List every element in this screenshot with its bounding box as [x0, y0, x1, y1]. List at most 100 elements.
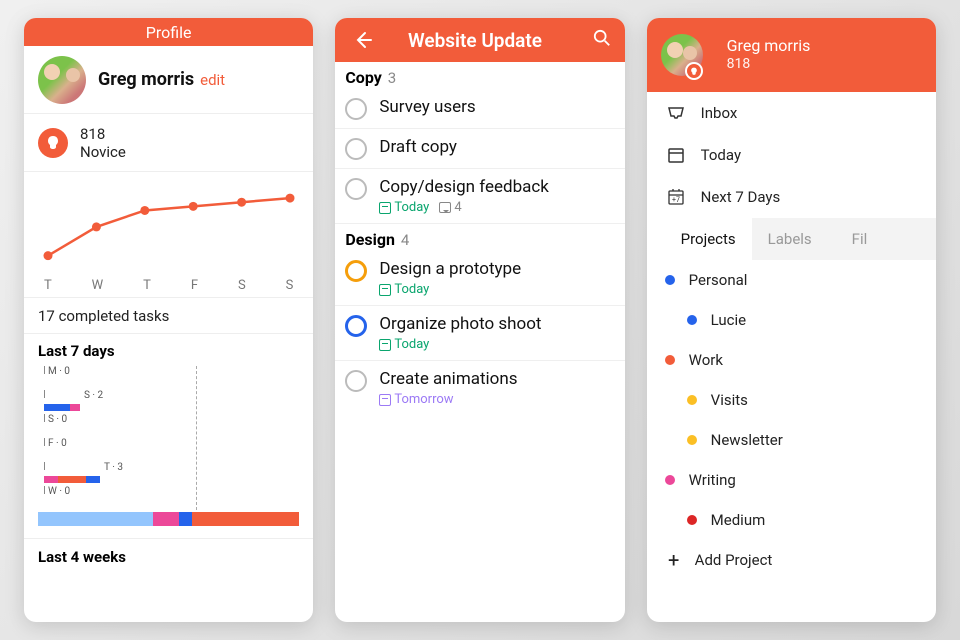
project-header: Website Update	[335, 18, 624, 62]
search-icon	[593, 29, 611, 47]
edit-link[interactable]: edit	[200, 71, 225, 89]
karma-line-chart: TWTFSS	[24, 172, 313, 298]
profile-title: Profile	[146, 23, 192, 42]
day-bar-label: F · 0	[48, 438, 67, 449]
axis-tick: T	[44, 278, 52, 293]
project-name: Medium	[711, 511, 766, 529]
day-bar-label: S · 0	[48, 414, 67, 425]
tab-filters[interactable]: Fil	[852, 230, 868, 248]
calendar-icon	[665, 147, 687, 163]
task-name: Copy/design feedback	[379, 177, 612, 197]
task-name: Survey users	[379, 97, 612, 117]
task-row[interactable]: Survey users	[335, 89, 624, 129]
project-color-dot	[687, 435, 697, 445]
last-7-days-section: Last 7 days M · 0 S · 2 S · 0 F · 0 T · 3 W ·…	[24, 334, 313, 539]
project-color-dot	[665, 475, 675, 485]
section-name: Design	[345, 230, 395, 249]
svg-text:+7: +7	[672, 196, 680, 204]
task-checkbox[interactable]	[345, 178, 367, 200]
profile-user-row[interactable]: Greg morris edit	[24, 46, 313, 114]
day-bar-row: S · 0	[38, 414, 299, 436]
menu-user-info: Greg morris 818	[727, 37, 811, 73]
project-item[interactable]: Lucie	[647, 300, 936, 340]
task-name: Create animations	[379, 369, 612, 389]
section-header[interactable]: Design 4	[335, 224, 624, 251]
calendar-icon	[379, 284, 391, 296]
project-name: Newsletter	[711, 431, 783, 449]
nav-label: Inbox	[701, 104, 738, 122]
day-bar-row: S · 2	[38, 390, 299, 412]
project-color-dot	[665, 275, 675, 285]
search-button[interactable]	[589, 25, 615, 56]
project-color-dot	[665, 355, 675, 365]
karma-row[interactable]: 818 Novice	[24, 114, 313, 172]
last-7-days-title: Last 7 days	[38, 342, 299, 360]
project-name: Writing	[689, 471, 736, 489]
calendar-icon	[379, 202, 391, 214]
task-row[interactable]: Organize photo shoot Today	[335, 306, 624, 361]
project-name: Visits	[711, 391, 748, 409]
completed-tasks-text: 17 completed tasks	[24, 298, 313, 334]
project-color-dot	[687, 515, 697, 525]
bulb-icon	[38, 128, 68, 158]
due-badge: Today	[379, 200, 429, 215]
task-checkbox[interactable]	[345, 98, 367, 120]
menu-user-name: Greg morris	[727, 37, 811, 55]
nav-label: Next 7 Days	[701, 188, 781, 206]
nav-label: Today	[701, 146, 741, 164]
karma-badge	[685, 62, 703, 80]
day-bar-row: F · 0	[38, 438, 299, 460]
task-checkbox[interactable]	[345, 260, 367, 282]
task-row[interactable]: Draft copy	[335, 129, 624, 169]
add-project-button[interactable]: + Add Project	[647, 540, 936, 580]
bulb-icon	[690, 67, 698, 76]
project-name: Personal	[689, 271, 748, 289]
task-row[interactable]: Copy/design feedback Today4	[335, 169, 624, 224]
project-item[interactable]: Personal	[647, 260, 936, 300]
nav-inbox[interactable]: Inbox	[647, 92, 936, 134]
calendar-7-icon: +7	[665, 189, 687, 205]
section-count: 3	[388, 69, 396, 87]
avatar[interactable]	[38, 56, 86, 104]
due-badge: Today	[379, 337, 429, 352]
day-bar-label: W · 0	[48, 486, 70, 497]
project-item[interactable]: Visits	[647, 380, 936, 420]
task-name: Design a prototype	[379, 259, 612, 279]
tabs-row: Projects Labels Fil	[647, 218, 936, 260]
project-item[interactable]: Writing	[647, 460, 936, 500]
axis-tick: F	[191, 278, 198, 293]
karma-level: Novice	[80, 143, 126, 161]
axis-tick: W	[92, 278, 104, 293]
section-header[interactable]: Copy 3	[335, 62, 624, 89]
profile-header: Profile	[24, 18, 313, 46]
due-badge: Tomorrow	[379, 392, 453, 407]
task-row[interactable]: Design a prototype Today	[335, 251, 624, 306]
nav-today[interactable]: Today	[647, 134, 936, 176]
menu-karma-score: 818	[727, 55, 811, 73]
tab-labels-filters: Labels Fil	[752, 218, 936, 260]
task-row[interactable]: Create animations Tomorrow	[335, 361, 624, 415]
project-color-dot	[687, 395, 697, 405]
day-bar-label: M · 0	[48, 366, 70, 377]
task-checkbox[interactable]	[345, 138, 367, 160]
task-name: Organize photo shoot	[379, 314, 612, 334]
project-name: Work	[689, 351, 723, 369]
task-checkbox[interactable]	[345, 370, 367, 392]
day-bar-row: W · 0	[38, 486, 299, 508]
task-name: Draft copy	[379, 137, 612, 157]
tab-labels[interactable]: Labels	[768, 230, 812, 248]
project-item[interactable]: Work	[647, 340, 936, 380]
avatar-wrap	[661, 34, 715, 76]
project-item[interactable]: Medium	[647, 500, 936, 540]
calendar-icon	[379, 394, 391, 406]
nav-next7[interactable]: +7 Next 7 Days	[647, 176, 936, 218]
section-count: 4	[401, 231, 409, 249]
menu-header[interactable]: Greg morris 818	[647, 18, 936, 92]
total-bar	[38, 512, 299, 528]
tab-projects[interactable]: Projects	[665, 218, 752, 260]
project-name: Lucie	[711, 311, 746, 329]
day-bar-label: T · 3	[104, 462, 123, 473]
project-item[interactable]: Newsletter	[647, 420, 936, 460]
task-checkbox[interactable]	[345, 315, 367, 337]
plus-icon: +	[665, 548, 683, 572]
